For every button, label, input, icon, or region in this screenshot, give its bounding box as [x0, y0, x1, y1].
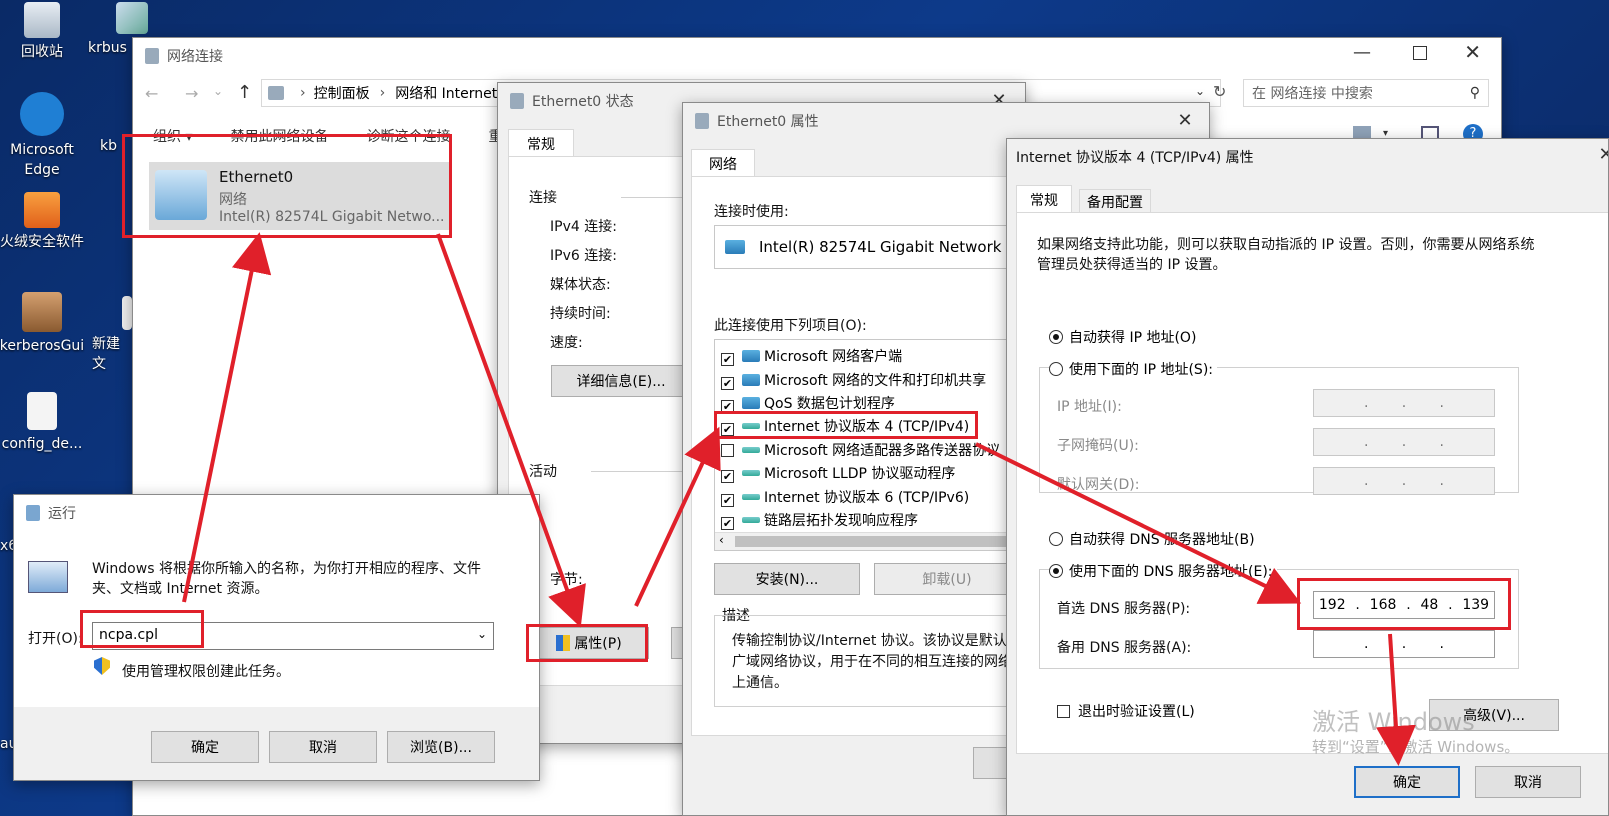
arrow-ipv4-to-dns — [975, 442, 1302, 604]
arrow-run-to-adapter — [182, 232, 272, 603]
arrow-properties-to-ipv4 — [634, 426, 721, 607]
annotation-arrows — [182, 232, 1416, 766]
arrow-dns-to-ok — [1375, 633, 1416, 766]
arrow-adapter-to-properties — [436, 233, 586, 628]
